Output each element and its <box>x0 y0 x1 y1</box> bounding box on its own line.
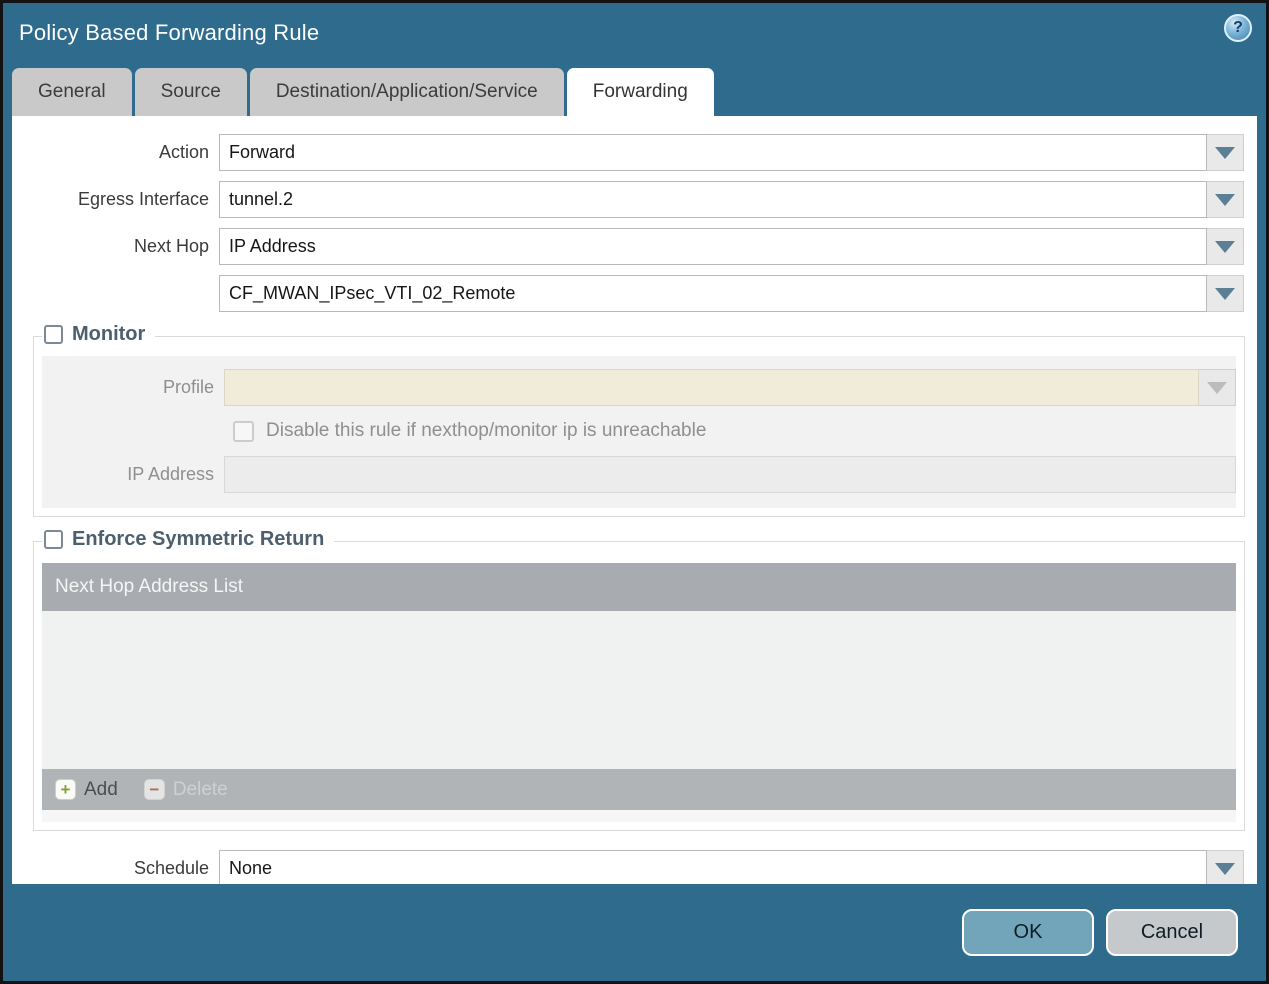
disable-rule-label: Disable this rule if nexthop/monitor ip … <box>266 420 707 441</box>
next-hop-address-dropdown-button[interactable] <box>1207 275 1244 312</box>
action-label: Action <box>158 142 209 162</box>
add-button[interactable]: + Add <box>55 779 118 801</box>
chevron-down-icon <box>1215 193 1235 206</box>
schedule-label: Schedule <box>133 858 209 878</box>
enforce-symmetric-return-checkbox[interactable] <box>44 530 63 549</box>
profile-row: Profile <box>42 369 1236 406</box>
table-scrollbar-track <box>42 810 1236 822</box>
next-hop-row: Next Hop IP Address <box>12 228 1257 265</box>
egress-interface-row: Egress Interface tunnel.2 <box>12 181 1257 218</box>
pbf-rule-dialog: Policy Based Forwarding Rule ? General S… <box>0 0 1269 984</box>
schedule-dropdown-button[interactable] <box>1207 850 1244 884</box>
minus-icon: − <box>143 779 165 800</box>
next-hop-address-select[interactable]: CF_MWAN_IPsec_VTI_02_Remote <box>219 275 1207 312</box>
enforce-symmetric-return-legend: Enforce Symmetric Return <box>42 528 335 551</box>
action-dropdown-button[interactable] <box>1207 134 1244 171</box>
chevron-down-icon <box>1215 287 1235 300</box>
action-row: Action Forward <box>12 134 1257 171</box>
chevron-down-icon <box>1207 381 1227 394</box>
next-hop-select[interactable]: IP Address <box>219 228 1207 265</box>
chevron-down-icon <box>1215 862 1235 875</box>
page-title: Policy Based Forwarding Rule <box>19 19 320 45</box>
egress-interface-select[interactable]: tunnel.2 <box>219 181 1207 218</box>
profile-label: Profile <box>162 377 214 397</box>
next-hop-address-list-footer: + Add − Delete <box>42 769 1236 810</box>
next-hop-address-list-header-label: Next Hop Address List <box>55 576 243 597</box>
delete-button-label: Delete <box>172 778 228 800</box>
monitor-panel: Profile Disable this rule if nexthop/mon… <box>42 356 1236 508</box>
monitor-fieldset: Monitor Profile Disable this rule if nex… <box>33 323 1245 517</box>
ok-button[interactable]: OK <box>962 909 1094 956</box>
delete-button: − Delete <box>143 778 228 801</box>
profile-dropdown-button <box>1199 369 1236 406</box>
tab-forwarding[interactable]: Forwarding <box>566 68 714 116</box>
tab-content-forwarding: Action Forward Egress Interface tunnel.2… <box>12 116 1257 884</box>
dialog-footer: OK Cancel <box>3 884 1266 981</box>
next-hop-label: Next Hop <box>133 236 209 256</box>
monitor-ip-address-label: IP Address <box>127 464 214 484</box>
schedule-row: Schedule None <box>12 850 1257 884</box>
next-hop-address-list-table: Next Hop Address List + Add − Delete <box>42 563 1236 822</box>
help-icon[interactable]: ? <box>1224 14 1252 42</box>
cancel-button[interactable]: Cancel <box>1106 909 1238 956</box>
action-select[interactable]: Forward <box>219 134 1207 171</box>
monitor-legend-label: Monitor <box>72 323 146 345</box>
next-hop-address-list-header: Next Hop Address List <box>42 563 1236 611</box>
schedule-select[interactable]: None <box>219 850 1207 884</box>
tab-bar: General Source Destination/Application/S… <box>3 62 1266 116</box>
monitor-checkbox[interactable] <box>44 325 63 344</box>
next-hop-dropdown-button[interactable] <box>1207 228 1244 265</box>
enforce-symmetric-return-legend-label: Enforce Symmetric Return <box>72 528 325 550</box>
disable-rule-row: Disable this rule if nexthop/monitor ip … <box>42 406 1236 456</box>
tab-general[interactable]: General <box>12 68 132 116</box>
chevron-down-icon <box>1215 146 1235 159</box>
monitor-legend: Monitor <box>42 323 156 346</box>
monitor-ip-address-input <box>224 456 1236 493</box>
title-bar: Policy Based Forwarding Rule ? <box>3 3 1266 62</box>
monitor-ip-address-row: IP Address <box>42 456 1236 493</box>
egress-interface-dropdown-button[interactable] <box>1207 181 1244 218</box>
chevron-down-icon <box>1215 240 1235 253</box>
next-hop-address-row: CF_MWAN_IPsec_VTI_02_Remote <box>12 275 1257 312</box>
add-button-label: Add <box>84 778 118 800</box>
next-hop-address-list-body[interactable] <box>42 611 1236 769</box>
enforce-symmetric-return-fieldset: Enforce Symmetric Return Next Hop Addres… <box>33 528 1245 831</box>
disable-rule-checkbox <box>233 420 254 442</box>
profile-select <box>224 369 1199 406</box>
egress-interface-label: Egress Interface <box>77 189 209 209</box>
plus-icon: + <box>55 779 76 800</box>
tab-destination-application-service[interactable]: Destination/Application/Service <box>249 68 564 116</box>
tab-source[interactable]: Source <box>134 68 247 116</box>
